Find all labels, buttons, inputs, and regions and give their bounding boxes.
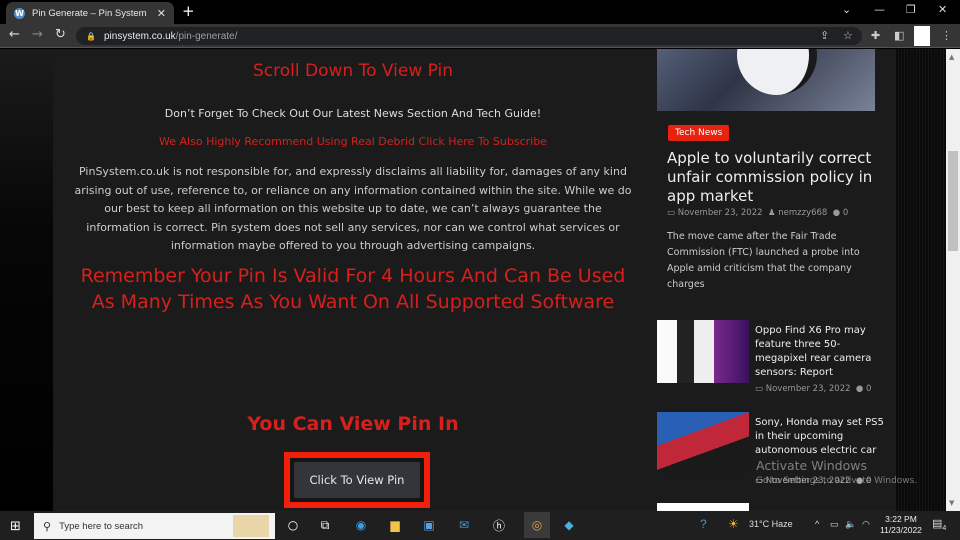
scrollbar-thumb[interactable] [948,151,958,251]
search-icon: ⚲ [43,520,52,533]
system-clock[interactable]: 3:22 PM 11/23/2022 [880,514,922,536]
featured-title[interactable]: Apple to voluntarily correct unfair comm… [667,149,877,206]
calendar-icon: ▭ [667,208,676,218]
search-placeholder: Type here to search [59,520,144,532]
sidepanel-icon[interactable]: ◧ [894,29,904,42]
notification-icon[interactable]: ▤4 [932,517,946,532]
help-icon[interactable]: ? [700,517,707,531]
star-icon[interactable]: ☆ [843,29,853,42]
featured-meta: ▭ November 23, 2022 ♟ nemzzy668 ● 0 [667,208,848,218]
featured-date[interactable]: November 23, 2022 [678,208,763,218]
featured-excerpt: The move came after the Fair Trade Commi… [667,231,860,290]
featured-author[interactable]: nemzzy668 [778,208,827,218]
scroll-down-icon[interactable]: ▼ [949,499,954,507]
extensions-icon[interactable]: ✚ [871,29,880,42]
calendar-icon: ▭ [755,384,764,394]
forward-icon[interactable]: → [32,27,43,43]
disclaimer-text: PinSystem.co.uk is not responsible for, … [74,165,632,252]
minimize-button[interactable]: — [874,3,885,16]
clock-time: 3:22 PM [885,514,917,524]
url-host: pinsystem.co.uk [103,30,176,42]
volume-icon[interactable]: 🔈 [845,519,856,530]
reload-icon[interactable]: ↻ [55,27,66,43]
category-badge[interactable]: Tech News [668,125,730,141]
cortana-icon[interactable]: ○ [284,516,302,534]
back-icon[interactable]: ← [9,27,20,43]
honda-thumbnail[interactable] [657,412,749,475]
mail-icon[interactable]: ✉ [455,516,473,534]
chrome-icon[interactable]: ◎ [524,512,550,538]
item-title[interactable]: Oppo Find X6 Pro may feature three 50-me… [755,324,885,380]
background-right [896,49,946,511]
item-date[interactable]: November 23, 2022 [766,384,851,394]
new-tab-button[interactable]: + [182,3,195,19]
close-window-button[interactable]: ✕ [938,3,947,16]
task-view-icon[interactable]: ⧉ [316,516,334,534]
address-bar[interactable]: 🔒 pinsystem.co.uk /pin-generate/ [76,27,862,45]
tab-search-icon[interactable]: ⌄ [842,3,851,16]
page-scrollbar[interactable]: ▲ ▼ [946,49,960,511]
background-left [0,49,53,511]
oppo-thumbnail[interactable] [657,320,749,383]
featured-comments[interactable]: 0 [843,208,848,218]
hp-icon[interactable]: ⓗ [490,516,508,534]
wifi-icon[interactable]: ◠ [862,519,870,530]
view-pin-heading: You Can View Pin In [247,413,459,435]
featured-image[interactable] [657,49,875,111]
file-explorer-icon[interactable]: ▆ [386,516,404,534]
browser-toolbar: ← → ↻ 🔒 pinsystem.co.uk /pin-generate/ ⇪… [0,24,960,48]
news-tip: Don’t Forget To Check Out Our Latest New… [164,107,542,120]
user-icon: ♟ [767,208,776,218]
weather-text[interactable]: 31°C Haze [749,519,793,529]
windows-start-icon[interactable]: ⊞ [10,519,21,534]
battery-icon[interactable]: ▭ [830,519,839,530]
wordpress-icon: W [14,7,25,19]
url-path: /pin-generate/ [175,30,238,42]
kodi-icon[interactable]: ◆ [560,516,578,534]
profile-avatar[interactable] [914,26,930,46]
notification-count: 4 [942,525,947,533]
menu-icon[interactable]: ⋮ [941,29,952,42]
share-icon[interactable]: ⇪ [820,29,829,42]
search-highlight-image[interactable] [233,515,269,537]
scroll-up-icon[interactable]: ▲ [949,53,954,61]
restore-button[interactable]: ❐ [906,3,916,16]
item-title[interactable]: Sony, Honda may set PS5 in their upcomin… [755,416,885,458]
store-icon[interactable]: ▣ [420,516,438,534]
close-tab-icon[interactable]: ✕ [157,7,166,20]
activate-windows-watermark: Activate Windows [756,458,867,473]
activate-windows-subtext: Go to Settings to activate Windows. [756,476,918,486]
taskbar-search[interactable]: ⚲ Type here to search [34,513,275,539]
item-meta: ▭ November 23, 2022 ● 0 [755,384,871,394]
show-hidden-icons[interactable]: ^ [815,519,819,529]
scroll-title: Scroll Down To View Pin [253,61,453,81]
edge-icon[interactable]: ◉ [352,516,370,534]
real-debrid-link[interactable]: We Also Highly Recommend Using Real Debr… [53,135,653,148]
apple-logo-image [737,49,817,95]
item-comments[interactable]: 0 [866,384,871,394]
highlight-box: Click To View Pin [284,452,430,508]
windows-taskbar: ⊞ ⚲ Type here to search ○ ⧉ ◉ ▆ ▣ ✉ ⓗ ◎ … [0,511,960,540]
lock-icon[interactable]: 🔒 [86,32,96,41]
clock-date: 11/23/2022 [880,525,922,535]
tab-title: Pin Generate – Pin System [32,7,147,19]
browser-tab[interactable]: W Pin Generate – Pin System ✕ [6,2,174,24]
comment-icon: ● [832,208,841,218]
pin-validity-notice: Remember Your Pin Is Valid For 4 Hours A… [80,265,626,313]
weather-icon[interactable]: ☀ [728,517,739,531]
web-page: Scroll Down To View Pin Don’t Forget To … [0,49,946,511]
tab-strip: W Pin Generate – Pin System ✕ + ⌄ — ❐ ✕ [0,0,960,24]
content-area: Scroll Down To View Pin Don’t Forget To … [53,49,896,511]
next-thumbnail[interactable] [657,503,749,511]
comment-icon: ● [855,384,864,394]
view-pin-button[interactable]: Click To View Pin [294,462,420,498]
